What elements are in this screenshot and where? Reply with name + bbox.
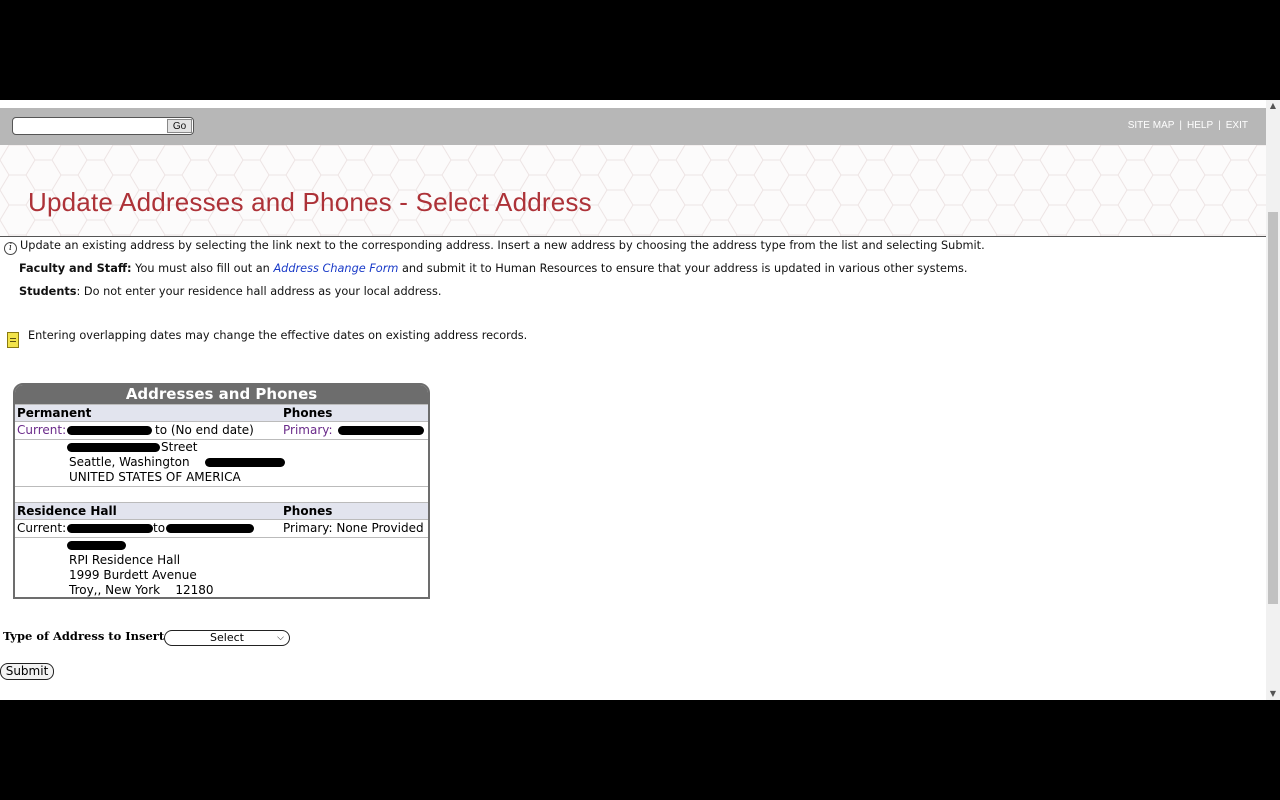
permanent-phones-heading: Phones (283, 406, 333, 420)
page-header: Update Addresses and Phones - Select Add… (0, 145, 1266, 237)
students-label: Students (19, 285, 77, 298)
redacted-date (166, 524, 254, 533)
permanent-country: UNITED STATES OF AMERICA (69, 470, 241, 484)
redacted-zip (205, 458, 285, 467)
top-links: SITE MAP | HELP | EXIT (1128, 120, 1248, 131)
faculty-text-post: and submit it to Human Resources to ensu… (398, 262, 968, 275)
page-title: Update Addresses and Phones - Select Add… (28, 187, 592, 217)
browser-viewport: Go SITE MAP | HELP | EXIT Update Addresses a… (0, 100, 1280, 700)
info-icon: i (4, 242, 17, 255)
faculty-label: Faculty and Staff: (19, 262, 132, 275)
top-bar: Go SITE MAP | HELP | EXIT (0, 108, 1266, 145)
address-change-form-link[interactable]: Address Change Form (273, 262, 398, 275)
residence-current-row: Current: to Primary: None Provided (15, 520, 428, 538)
students-note: Students: Do not enter your residence ha… (19, 285, 442, 298)
vertical-scrollbar[interactable]: ▲ ▼ (1266, 100, 1280, 700)
faculty-text-pre: You must also fill out an (131, 262, 274, 275)
permanent-header: Permanent Phones (15, 404, 428, 422)
overlap-warning: Entering overlapping dates may change th… (28, 329, 528, 342)
residence-to: to (153, 521, 166, 535)
info-text: Update an existing address by selecting … (20, 239, 985, 252)
redacted-street-number (67, 443, 160, 452)
addresses-title: Addresses and Phones (15, 385, 428, 404)
permanent-current-row: Current: to (No end date) Primary: (15, 422, 428, 440)
search-box: Go (12, 117, 194, 135)
residence-heading: Residence Hall (17, 504, 117, 518)
redacted-date (67, 524, 153, 533)
residence-current-link[interactable]: Current: (17, 521, 66, 535)
permanent-range: to (No end date) (155, 423, 254, 437)
redacted-date (67, 426, 152, 435)
permanent-heading: Permanent (17, 406, 92, 420)
residence-primary: Primary: None Provided (283, 521, 424, 535)
redacted-phone (338, 426, 424, 435)
scroll-down-arrow-icon[interactable]: ▼ (1266, 688, 1280, 700)
submit-button[interactable]: Submit (0, 663, 54, 680)
address-type-select[interactable]: Select ⌵ (164, 630, 290, 646)
search-input[interactable] (15, 119, 165, 133)
residence-header: Residence Hall Phones (15, 502, 428, 520)
permanent-street: Street (161, 440, 198, 454)
link-separator: | (1218, 120, 1221, 131)
residence-line1: RPI Residence Hall (69, 553, 181, 567)
residence-line3: Troy,, New York 12180 (69, 583, 214, 597)
help-link[interactable]: HELP (1187, 120, 1213, 131)
scrollbar-thumb[interactable] (1268, 212, 1278, 604)
site-map-link[interactable]: SITE MAP (1128, 120, 1175, 131)
page-content: Go SITE MAP | HELP | EXIT Update Addresses a… (0, 100, 1266, 700)
address-type-label: Type of Address to Insert: (3, 629, 169, 643)
residence-line2: 1999 Burdett Avenue (69, 568, 197, 582)
note-icon (7, 332, 19, 348)
info-message: i Update an existing address by selecting… (4, 239, 985, 255)
faculty-note: Faculty and Staff: You must also fill ou… (19, 262, 967, 275)
exit-link[interactable]: EXIT (1226, 120, 1248, 131)
scroll-up-arrow-icon[interactable]: ▲ (1266, 100, 1280, 112)
redacted-room (67, 541, 126, 550)
link-separator: | (1179, 120, 1183, 131)
permanent-primary-label: Primary: (283, 423, 333, 437)
students-text: : Do not enter your residence hall addre… (76, 285, 442, 298)
chevron-down-icon: ⌵ (277, 633, 284, 643)
residence-phones-heading: Phones (283, 504, 333, 518)
permanent-current-link[interactable]: Current: (17, 423, 66, 437)
select-value: Select (210, 631, 244, 644)
section-divider (15, 486, 428, 487)
addresses-table: Addresses and Phones Permanent Phones Cu… (13, 383, 430, 599)
go-button[interactable]: Go (167, 119, 192, 133)
permanent-city: Seattle, Washington (69, 455, 190, 469)
